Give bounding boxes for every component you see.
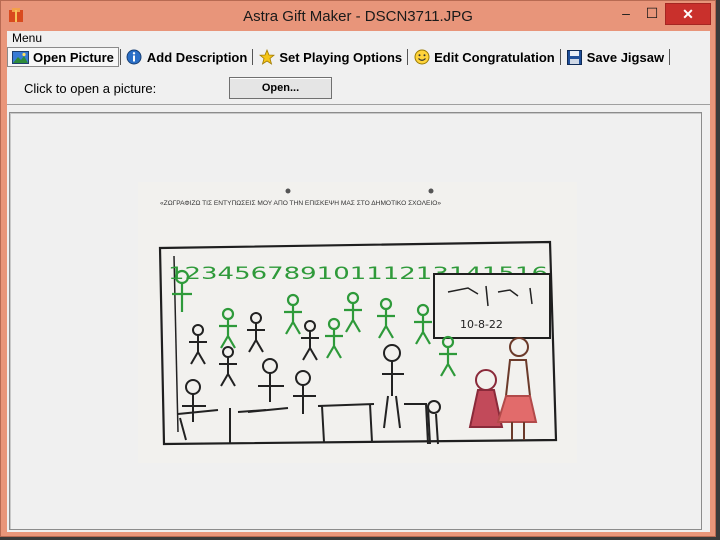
tab-label: Add Description [146, 49, 248, 65]
picture-icon [12, 50, 29, 64]
tab-label: Set Playing Options [279, 49, 403, 65]
floppy-icon [566, 49, 583, 65]
close-button[interactable]: ✕ [665, 3, 711, 25]
tab-open-picture[interactable]: Open Picture [7, 47, 119, 67]
board-text: 10-8-22 [460, 318, 503, 331]
tab-edit-congratulation[interactable]: Edit Congratulation [409, 46, 559, 68]
picture-caption: «ΖΩΓΡΑΦΙΖΩ ΤΙΣ ΕΝΤΥΠΩΣΕΙΣ ΜΟΥ ΑΠΟ ΤΗΝ ΕΠ… [160, 200, 441, 207]
open-prompt-label: Click to open a picture: [24, 81, 157, 96]
app-window: Astra Gift Maker - DSCN3711.JPG – ☐ ✕ Me… [0, 0, 716, 537]
picture-preview-area: «ΖΩΓΡΑΦΙΖΩ ΤΙΣ ΕΝΤΥΠΩΣΕΙΣ ΜΟΥ ΑΠΟ ΤΗΝ ΕΠ… [9, 112, 702, 530]
smiley-icon [413, 49, 430, 65]
window-title: Astra Gift Maker - DSCN3711.JPG [243, 8, 473, 25]
minimize-button[interactable]: – [613, 3, 639, 25]
menu-item[interactable]: Menu [12, 31, 42, 45]
tab-label: Save Jigsaw [586, 49, 665, 65]
info-icon [126, 49, 143, 65]
tab-add-description[interactable]: Add Description [122, 46, 251, 68]
tab-label: Open Picture [33, 49, 114, 65]
title-bar[interactable]: Astra Gift Maker - DSCN3711.JPG – ☐ ✕ [1, 1, 715, 31]
tab-label: Edit Congratulation [434, 49, 555, 65]
tab-set-playing-options[interactable]: Set Playing Options [254, 46, 406, 68]
open-button[interactable]: Open... [229, 77, 332, 99]
tab-separator [669, 49, 671, 65]
menu-bar: Menu [7, 31, 710, 47]
tab-strip: Open Picture Add Description Set Playing… [7, 46, 671, 68]
client-area: Menu Open Picture Add Description Set Pl… [7, 31, 710, 532]
tab-save-jigsaw[interactable]: Save Jigsaw [562, 46, 668, 68]
tab-separator [252, 49, 254, 65]
loaded-picture: «ΖΩΓΡΑΦΙΖΩ ΤΙΣ ΕΝΤΥΠΩΣΕΙΣ ΜΟΥ ΑΠΟ ΤΗΝ ΕΠ… [138, 182, 577, 463]
tab-separator [559, 49, 561, 65]
maximize-button[interactable]: ☐ [639, 3, 665, 25]
tab-separator [119, 49, 121, 65]
star-icon [258, 49, 275, 65]
tab-separator [407, 49, 409, 65]
open-picture-panel: Click to open a picture: Open... [7, 69, 710, 105]
